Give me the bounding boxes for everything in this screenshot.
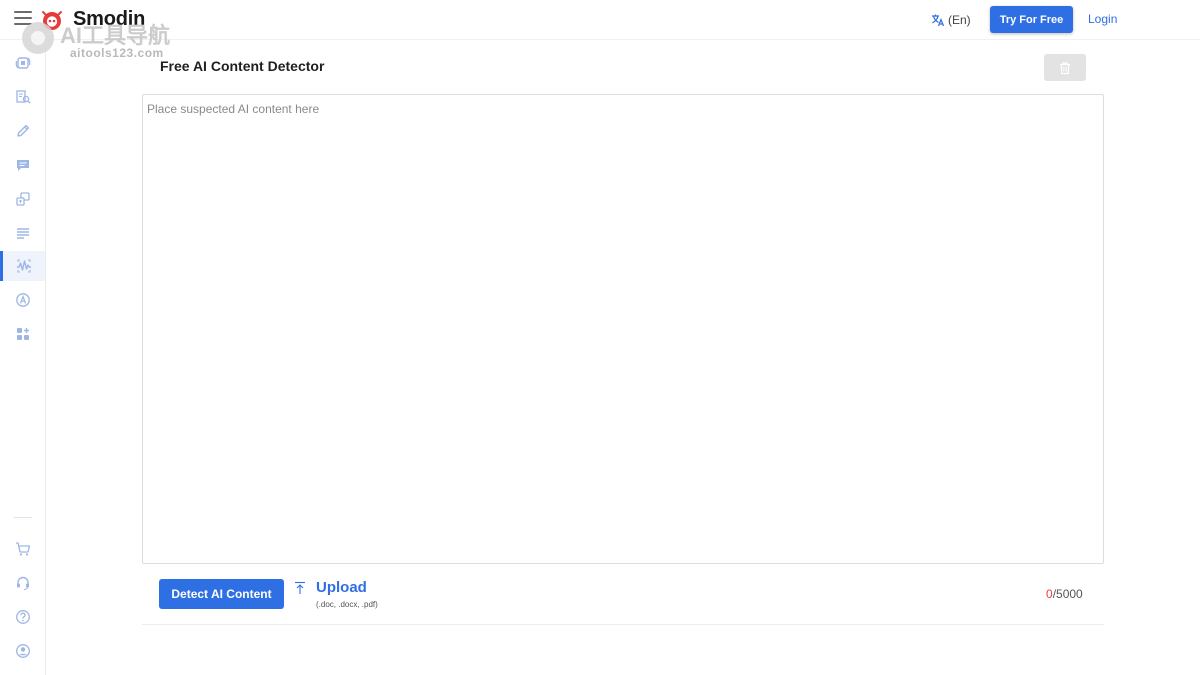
app-root: Smodin (En) Try For Free Login AI工具导航 ai… <box>0 0 1200 675</box>
sidebar-item-cart[interactable] <box>0 534 45 564</box>
rewriter-icon <box>15 57 30 69</box>
ai-detector-icon <box>17 259 31 273</box>
login-link[interactable]: Login <box>1088 12 1117 26</box>
sidebar-item-summarizer[interactable] <box>0 218 45 248</box>
clear-text-button[interactable] <box>1044 54 1086 81</box>
upload-icon <box>295 581 305 594</box>
try-for-free-button[interactable]: Try For Free <box>990 6 1073 33</box>
chat-icon <box>16 160 29 171</box>
sidebar-item-writer[interactable] <box>0 116 45 146</box>
character-limit: /5000 <box>1052 587 1083 601</box>
divider <box>142 624 1104 625</box>
sidebar-item-ai-detector[interactable] <box>0 251 45 281</box>
translate-icon <box>932 14 945 27</box>
sidebar-item-plagiarism[interactable] <box>0 82 45 112</box>
account-icon <box>15 644 30 658</box>
smodin-logo-icon[interactable] <box>40 9 64 31</box>
sidebar-item-support[interactable] <box>0 568 45 598</box>
hamburger-menu-icon[interactable] <box>14 11 32 27</box>
sidebar-item-translate[interactable] <box>0 184 45 214</box>
language-label: (En) <box>948 13 971 27</box>
sidebar-item-account[interactable] <box>0 636 45 666</box>
upload-label[interactable]: Upload <box>316 579 367 596</box>
sidebar-item-rewriter[interactable] <box>0 48 45 78</box>
language-selector[interactable]: (En) <box>931 11 971 29</box>
support-icon <box>16 576 29 591</box>
character-count: 0 <box>1046 587 1053 601</box>
content-input[interactable] <box>142 94 1104 564</box>
pen-icon <box>16 124 29 137</box>
ai-grader-icon <box>15 293 30 307</box>
character-counter: 0/5000 <box>1046 587 1083 601</box>
summarizer-icon <box>16 228 29 239</box>
sidebar-item-chat[interactable] <box>0 150 45 180</box>
help-icon <box>15 610 30 624</box>
upload-file-types: (.doc, .docx, .pdf) <box>316 600 378 609</box>
watermark-subtitle: aitools123.com <box>70 46 164 60</box>
brand-name[interactable]: Smodin <box>73 8 145 31</box>
cart-icon <box>15 542 30 556</box>
sidebar-item-apps[interactable] <box>0 319 45 349</box>
plagiarism-icon <box>15 90 30 104</box>
sidebar-item-ai-grader[interactable] <box>0 285 45 315</box>
sidebar <box>0 40 46 675</box>
translate-icon <box>15 192 30 206</box>
page-title: Free AI Content Detector <box>160 58 325 74</box>
sidebar-item-help[interactable] <box>0 602 45 632</box>
sidebar-divider <box>14 517 32 518</box>
detect-ai-content-button[interactable]: Detect AI Content <box>159 579 284 609</box>
top-header: Smodin (En) Try For Free Login <box>0 0 1200 40</box>
trash-icon <box>1060 61 1070 74</box>
apps-icon <box>16 328 29 340</box>
